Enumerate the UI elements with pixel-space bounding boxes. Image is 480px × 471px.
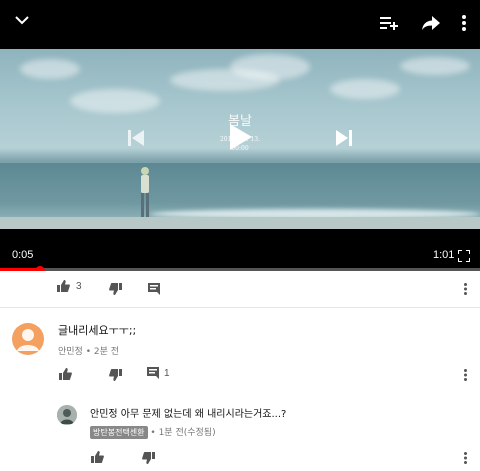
comment-meta: 안민정 • 2분 전	[58, 344, 119, 357]
meta-separator: •	[85, 347, 94, 357]
more-vert-icon[interactable]	[458, 450, 472, 466]
scrubber-handle[interactable]	[34, 266, 45, 271]
comment-dislike-button[interactable]	[107, 367, 123, 383]
comment-author[interactable]: 안민정	[58, 347, 83, 357]
comment-time: 2분 전	[93, 347, 120, 357]
thumbs-up-icon	[90, 451, 104, 463]
thumbs-up-icon	[57, 280, 70, 292]
chevron-down-icon[interactable]	[10, 8, 34, 32]
progress-bar[interactable]	[0, 268, 480, 271]
cloud	[20, 59, 80, 79]
avatar[interactable]	[12, 323, 44, 355]
meta-separator: •	[150, 428, 159, 438]
dislike-button[interactable]	[107, 281, 123, 297]
current-time: 0:05	[12, 249, 34, 261]
author-chip[interactable]: 방탄봉전택센환	[90, 426, 148, 439]
cloud	[230, 54, 310, 80]
sand	[0, 217, 480, 229]
thumbs-down-icon	[108, 369, 122, 381]
play-icon[interactable]	[224, 120, 258, 154]
reply-meta: 방탄봉전택센환 • 1분 전(수정됨)	[90, 425, 216, 439]
playlist-add-icon[interactable]	[376, 10, 402, 36]
comment-like-button[interactable]	[57, 366, 73, 382]
skip-next-icon[interactable]	[330, 124, 358, 152]
reply-dislike-button[interactable]	[140, 450, 156, 466]
cloud	[330, 79, 400, 99]
share-icon[interactable]	[418, 10, 444, 36]
like-count: 3	[76, 280, 82, 292]
reply-count: 1	[164, 367, 170, 379]
thumbs-down-icon	[108, 283, 122, 295]
reply-time: 1분 전(수정됨)	[158, 428, 216, 438]
person-figure	[136, 166, 152, 222]
thumbs-up-icon	[58, 368, 72, 380]
more-vert-icon[interactable]	[458, 281, 472, 297]
reply-button[interactable]: 1	[147, 367, 170, 379]
comment-text: 글내리세요ㅜㅜ;;	[58, 324, 137, 337]
cloud	[400, 57, 470, 75]
comment-icon	[147, 367, 159, 379]
thumbs-down-icon	[141, 452, 155, 464]
reply-like-button[interactable]	[89, 449, 105, 465]
cloud	[70, 89, 160, 113]
divider	[0, 307, 480, 308]
more-vert-icon[interactable]	[458, 367, 472, 383]
like-button[interactable]: 3	[57, 280, 82, 292]
avatar[interactable]	[57, 405, 77, 425]
fullscreen-icon[interactable]	[455, 247, 473, 265]
video-player[interactable]: 봄날 2017. 02. 13. 00:00 0:05 1:01	[0, 0, 480, 271]
more-vert-icon[interactable]	[454, 10, 474, 36]
skip-previous-icon[interactable]	[122, 124, 150, 152]
comment-icon[interactable]	[146, 281, 162, 297]
reply-text: 안민정 아무 문제 없는데 왜 내리시라는거죠...?	[90, 409, 287, 420]
duration: 1:01	[433, 249, 455, 261]
progress-fill	[0, 268, 40, 271]
